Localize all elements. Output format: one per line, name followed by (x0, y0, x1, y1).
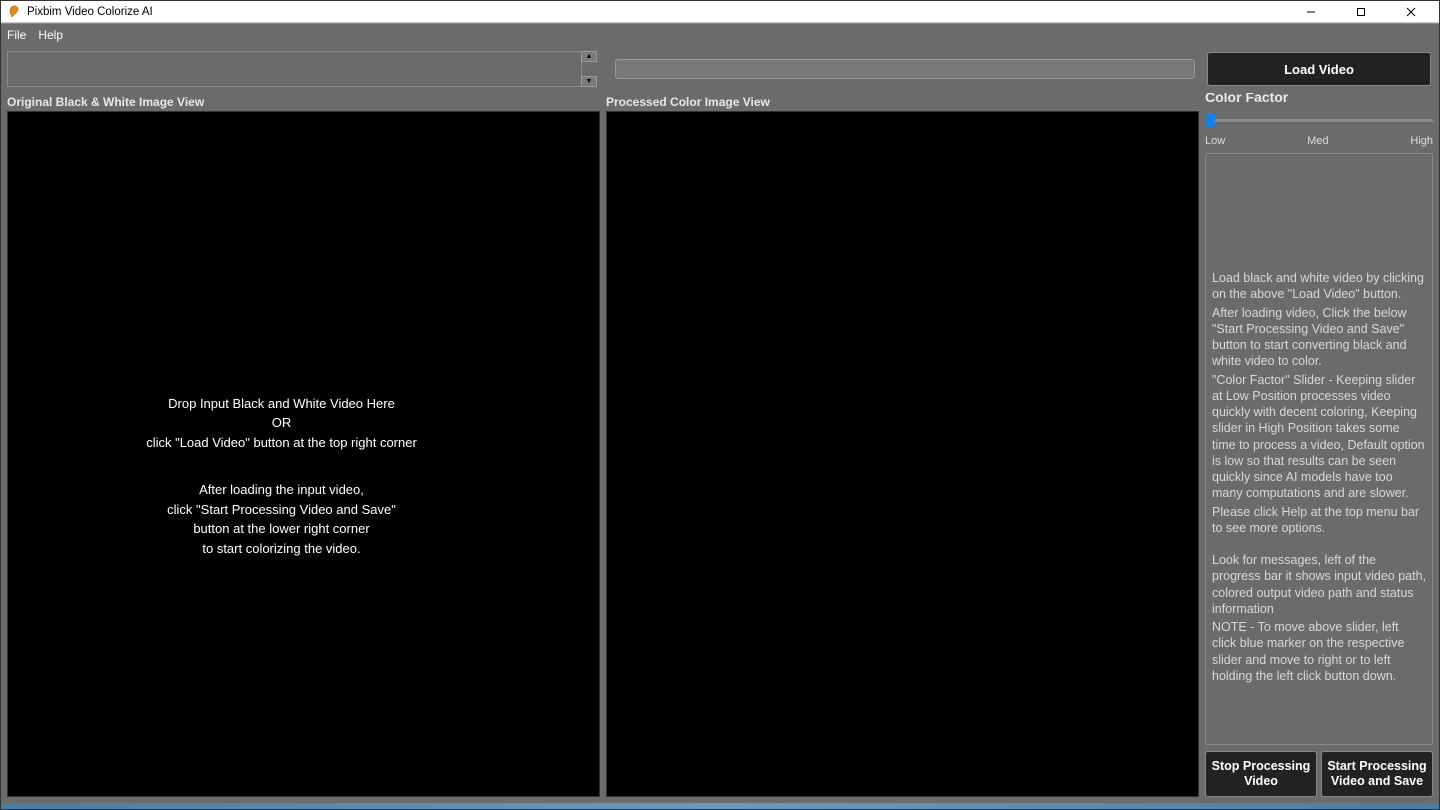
color-factor-slider[interactable] (1205, 113, 1433, 127)
app-icon (7, 5, 21, 19)
slider-label-high: High (1410, 135, 1433, 147)
close-button[interactable] (1395, 2, 1427, 22)
frame-spinner-input[interactable] (7, 51, 582, 87)
spinner-up-button[interactable]: ▲ (581, 51, 597, 62)
bottom-buttons: Stop ProcessingVideo Start ProcessingVid… (1205, 751, 1433, 797)
processed-view-label: Processed Color Image View (606, 93, 1199, 111)
titlebar: Pixbim Video Colorize AI (1, 1, 1439, 23)
views-wrap: Original Black & White Image View Drop I… (7, 93, 1199, 797)
dropzone-line: click "Load Video" button at the top rig… (146, 433, 417, 453)
menubar: File Help (1, 23, 1439, 45)
top-controls: ▲ ▼ Load Video (1, 45, 1439, 93)
menu-help[interactable]: Help (38, 28, 63, 42)
slider-label-low: Low (1205, 135, 1225, 147)
slider-label-med: Med (1307, 135, 1328, 147)
start-processing-button[interactable]: Start ProcessingVideo and Save (1321, 751, 1433, 797)
load-video-button[interactable]: Load Video (1207, 52, 1431, 86)
color-factor-label: Color Factor (1205, 93, 1433, 105)
info-paragraph: "Color Factor" Slider - Keeping slider a… (1212, 372, 1426, 502)
menu-file[interactable]: File (7, 28, 26, 42)
progress-bar (615, 59, 1195, 79)
stop-processing-button[interactable]: Stop ProcessingVideo (1205, 751, 1317, 797)
original-view-label: Original Black & White Image View (7, 93, 600, 111)
dropzone-line: to start colorizing the video. (146, 539, 417, 559)
dropzone-line: OR (146, 413, 417, 433)
info-paragraph: NOTE - To move above slider, left click … (1212, 619, 1426, 684)
info-box: Load black and white video by clicking o… (1205, 153, 1433, 745)
info-paragraph: Please click Help at the top menu bar to… (1212, 504, 1426, 537)
window-title: Pixbim Video Colorize AI (27, 6, 1295, 18)
info-paragraph: Load black and white video by clicking o… (1212, 270, 1426, 303)
processed-view-box (606, 111, 1199, 797)
dropzone-line: button at the lower right corner (146, 519, 417, 539)
frame-spinner-buttons: ▲ ▼ (581, 51, 597, 87)
slider-labels: Low Med High (1205, 135, 1433, 147)
dropzone-instructions: Drop Input Black and White Video Here OR… (146, 394, 417, 559)
info-paragraph: After loading video, Click the below "St… (1212, 305, 1426, 370)
dropzone-line: click "Start Processing Video and Save" (146, 500, 417, 520)
minimize-button[interactable] (1295, 2, 1327, 22)
dropzone-line: After loading the input video, (146, 480, 417, 500)
window-controls (1295, 2, 1427, 22)
processed-view-column: Processed Color Image View (606, 93, 1199, 797)
spinner-down-button[interactable]: ▼ (581, 76, 597, 87)
progress-wrap (615, 59, 1195, 79)
info-paragraph: Look for messages, left of the progress … (1212, 552, 1426, 617)
status-strip (1, 803, 1439, 809)
frame-spinner[interactable]: ▲ ▼ (7, 51, 597, 87)
original-view-column: Original Black & White Image View Drop I… (7, 93, 600, 797)
slider-thumb[interactable] (1205, 113, 1215, 127)
right-panel: Color Factor Low Med High Load black and… (1205, 93, 1433, 797)
original-view-dropzone[interactable]: Drop Input Black and White Video Here OR… (7, 111, 600, 797)
maximize-button[interactable] (1345, 2, 1377, 22)
slider-track (1205, 119, 1433, 122)
main-area: Original Black & White Image View Drop I… (1, 93, 1439, 803)
dropzone-line: Drop Input Black and White Video Here (146, 394, 417, 414)
